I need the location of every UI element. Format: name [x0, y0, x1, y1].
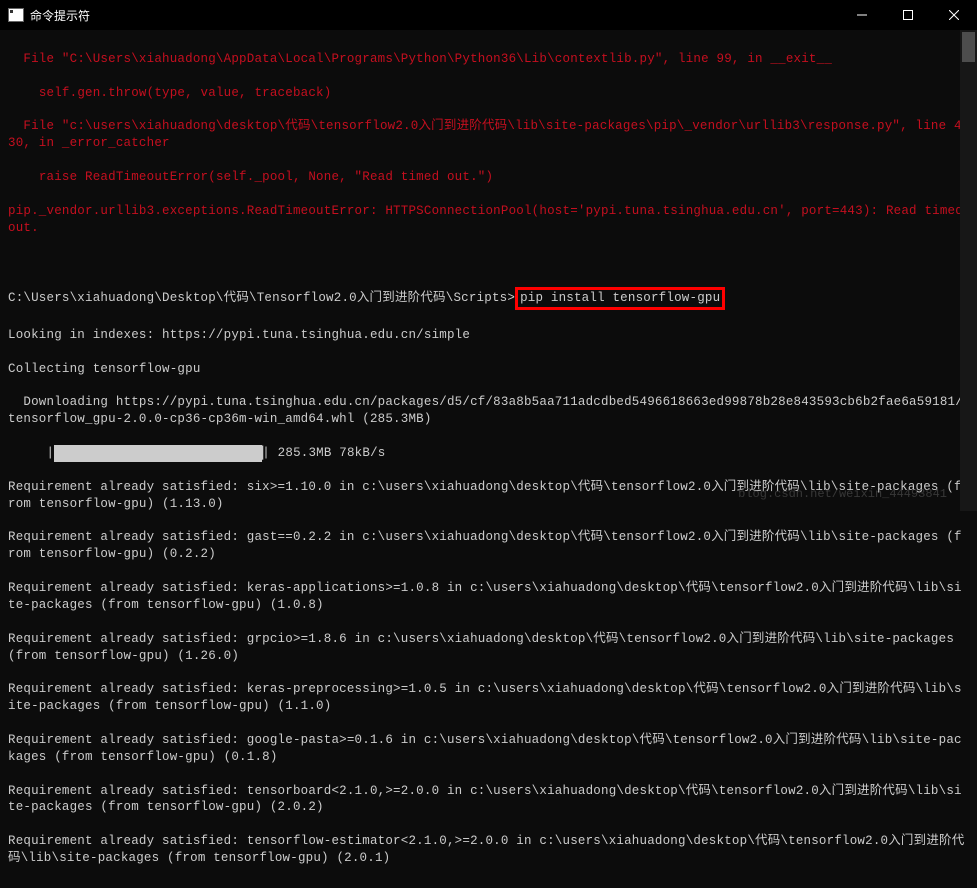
requirement-line: Requirement already satisfied: tensorboa… [8, 783, 969, 817]
vertical-scrollbar[interactable] [960, 30, 977, 511]
error-line: pip._vendor.urllib3.exceptions.ReadTimeo… [8, 203, 969, 237]
command-highlight: pip install tensorflow-gpu [515, 287, 725, 310]
progress-line: |████████████████████████████████| 285.3… [8, 445, 969, 462]
cmd-icon [8, 8, 24, 22]
terminal-output[interactable]: File "C:\Users\xiahuadong\AppData\Local\… [0, 30, 977, 888]
output-line: Downloading https://pypi.tuna.tsinghua.e… [8, 394, 969, 428]
close-icon [949, 10, 959, 20]
maximize-button[interactable] [885, 0, 931, 30]
error-line: File "c:\users\xiahuadong\desktop\代码\ten… [8, 118, 969, 152]
blank-line [8, 253, 969, 270]
progress-status: | 285.3MB 78kB/s [262, 446, 385, 460]
error-line: File "C:\Users\xiahuadong\AppData\Local\… [8, 51, 969, 68]
requirement-line: Requirement already satisfied: keras-app… [8, 580, 969, 614]
scrollbar-thumb[interactable] [962, 32, 975, 62]
prompt-line: C:\Users\xiahuadong\Desktop\代码\Tensorflo… [8, 287, 969, 310]
titlebar-left: 命令提示符 [8, 7, 90, 24]
output-line: Looking in indexes: https://pypi.tuna.ts… [8, 327, 969, 344]
requirement-line: Requirement already satisfied: google-pa… [8, 732, 969, 766]
requirement-line: Requirement already satisfied: grpcio>=1… [8, 631, 969, 665]
prompt-prefix: C:\Users\xiahuadong\Desktop\代码\Tensorflo… [8, 291, 515, 305]
output-line: Collecting tensorflow-gpu [8, 361, 969, 378]
requirement-line: Requirement already satisfied: gast==0.2… [8, 529, 969, 563]
window-controls [839, 0, 977, 30]
minimize-button[interactable] [839, 0, 885, 30]
minimize-icon [857, 10, 867, 20]
progress-fill: ████████████████████████████████ [54, 445, 262, 462]
requirement-line: Requirement already satisfied: tensorflo… [8, 833, 969, 867]
window-titlebar: 命令提示符 [0, 0, 977, 30]
window-title: 命令提示符 [30, 7, 90, 24]
close-button[interactable] [931, 0, 977, 30]
error-line: self.gen.throw(type, value, traceback) [8, 85, 969, 102]
requirement-line: Requirement already satisfied: keras-pre… [8, 681, 969, 715]
maximize-icon [903, 10, 913, 20]
watermark-text: blog.csdn.net/weixin_44493841 [738, 487, 947, 501]
error-line: raise ReadTimeoutError(self._pool, None,… [8, 169, 969, 186]
